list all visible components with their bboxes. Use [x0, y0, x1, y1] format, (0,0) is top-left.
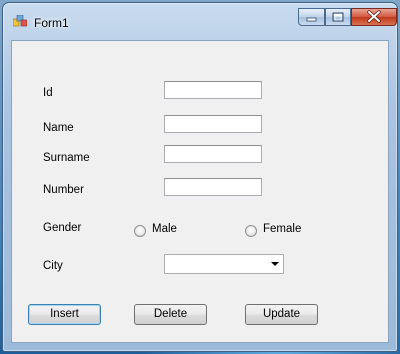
- close-button[interactable]: [351, 8, 397, 26]
- name-field[interactable]: [164, 115, 262, 133]
- id-field[interactable]: [164, 81, 262, 99]
- close-icon: [367, 10, 381, 23]
- maximize-icon: [332, 12, 344, 22]
- surname-field[interactable]: [164, 145, 262, 163]
- title-bar[interactable]: Form1: [3, 3, 397, 33]
- city-label: City: [43, 260, 63, 272]
- delete-button[interactable]: Delete: [134, 304, 207, 325]
- id-label: Id: [43, 87, 53, 99]
- chevron-down-icon[interactable]: [271, 262, 279, 266]
- app-icon: [13, 15, 27, 27]
- female-radio[interactable]: [245, 225, 257, 237]
- name-label: Name: [43, 122, 74, 134]
- form-client-area: Id Name Surname Number Gender City Male …: [11, 40, 389, 343]
- number-label: Number: [43, 184, 84, 196]
- window-title: Form1: [34, 16, 69, 30]
- update-button[interactable]: Update: [245, 304, 318, 325]
- maximize-button[interactable]: [325, 8, 351, 26]
- number-field[interactable]: [164, 178, 262, 196]
- form-window: Form1 Id Name Surname Number Gender City…: [2, 2, 398, 352]
- minimize-button[interactable]: [298, 8, 325, 26]
- surname-label: Surname: [43, 152, 90, 164]
- minimize-icon: [306, 17, 317, 22]
- male-radio[interactable]: [134, 225, 146, 237]
- female-radio-label[interactable]: Female: [263, 223, 301, 235]
- city-dropdown[interactable]: [164, 254, 284, 274]
- insert-button[interactable]: Insert: [28, 304, 101, 325]
- gender-label: Gender: [43, 222, 82, 234]
- male-radio-label[interactable]: Male: [152, 223, 177, 235]
